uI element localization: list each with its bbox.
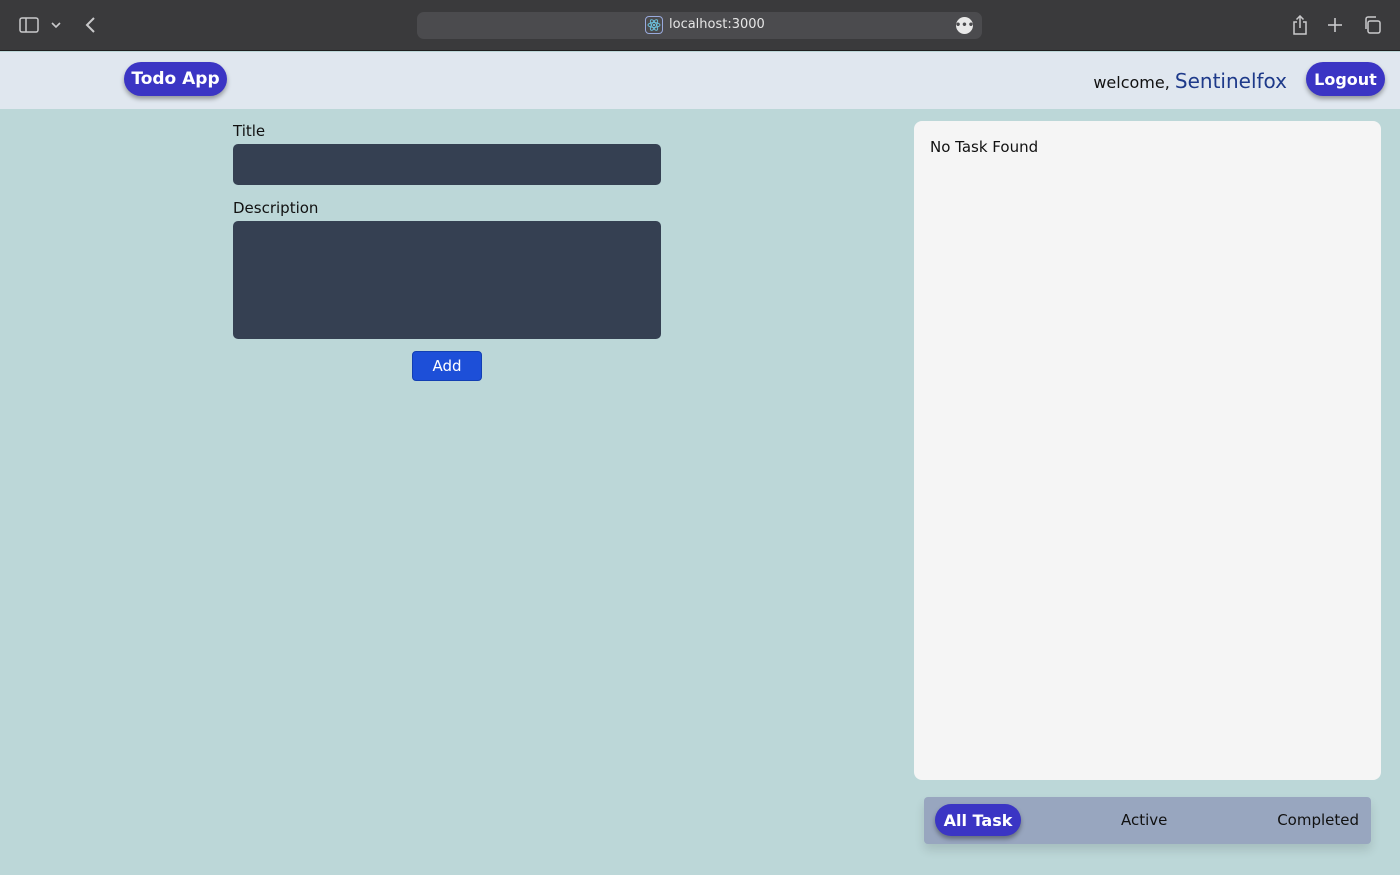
react-icon — [645, 16, 663, 34]
empty-state-message: No Task Found — [930, 138, 1039, 156]
filter-active[interactable]: Active — [1121, 811, 1167, 829]
logout-button[interactable]: Logout — [1306, 62, 1385, 96]
username: Sentinelfox — [1174, 69, 1287, 93]
browser-toolbar: localhost:3000 ••• — [0, 0, 1400, 51]
plus-icon[interactable] — [1324, 14, 1346, 36]
sidebar-toggle-icon[interactable] — [18, 15, 40, 35]
welcome-prefix: welcome, — [1093, 73, 1170, 92]
description-label: Description — [233, 199, 319, 217]
back-icon[interactable] — [80, 14, 100, 36]
description-input[interactable] — [233, 221, 661, 339]
ellipsis-icon[interactable]: ••• — [955, 17, 974, 34]
app-navbar: Todo App welcome, Sentinelfox Logout — [0, 52, 1400, 109]
welcome-message: welcome, Sentinelfox — [1093, 69, 1287, 93]
title-label: Title — [233, 122, 266, 140]
filter-completed[interactable]: Completed — [1277, 811, 1359, 829]
add-button[interactable]: Add — [412, 351, 482, 381]
url-text: localhost:3000 — [669, 17, 765, 32]
task-list-panel: No Task Found — [914, 121, 1381, 780]
address-bar[interactable]: localhost:3000 ••• — [417, 12, 982, 39]
share-icon[interactable] — [1290, 13, 1310, 37]
chevron-down-icon[interactable] — [48, 16, 64, 34]
task-filter-bar: All Task Active Completed — [924, 797, 1371, 844]
tab-overview-icon[interactable] — [1361, 14, 1383, 36]
filter-all-task[interactable]: All Task — [935, 804, 1021, 836]
title-input[interactable] — [233, 144, 661, 185]
app-brand-button[interactable]: Todo App — [124, 62, 227, 96]
